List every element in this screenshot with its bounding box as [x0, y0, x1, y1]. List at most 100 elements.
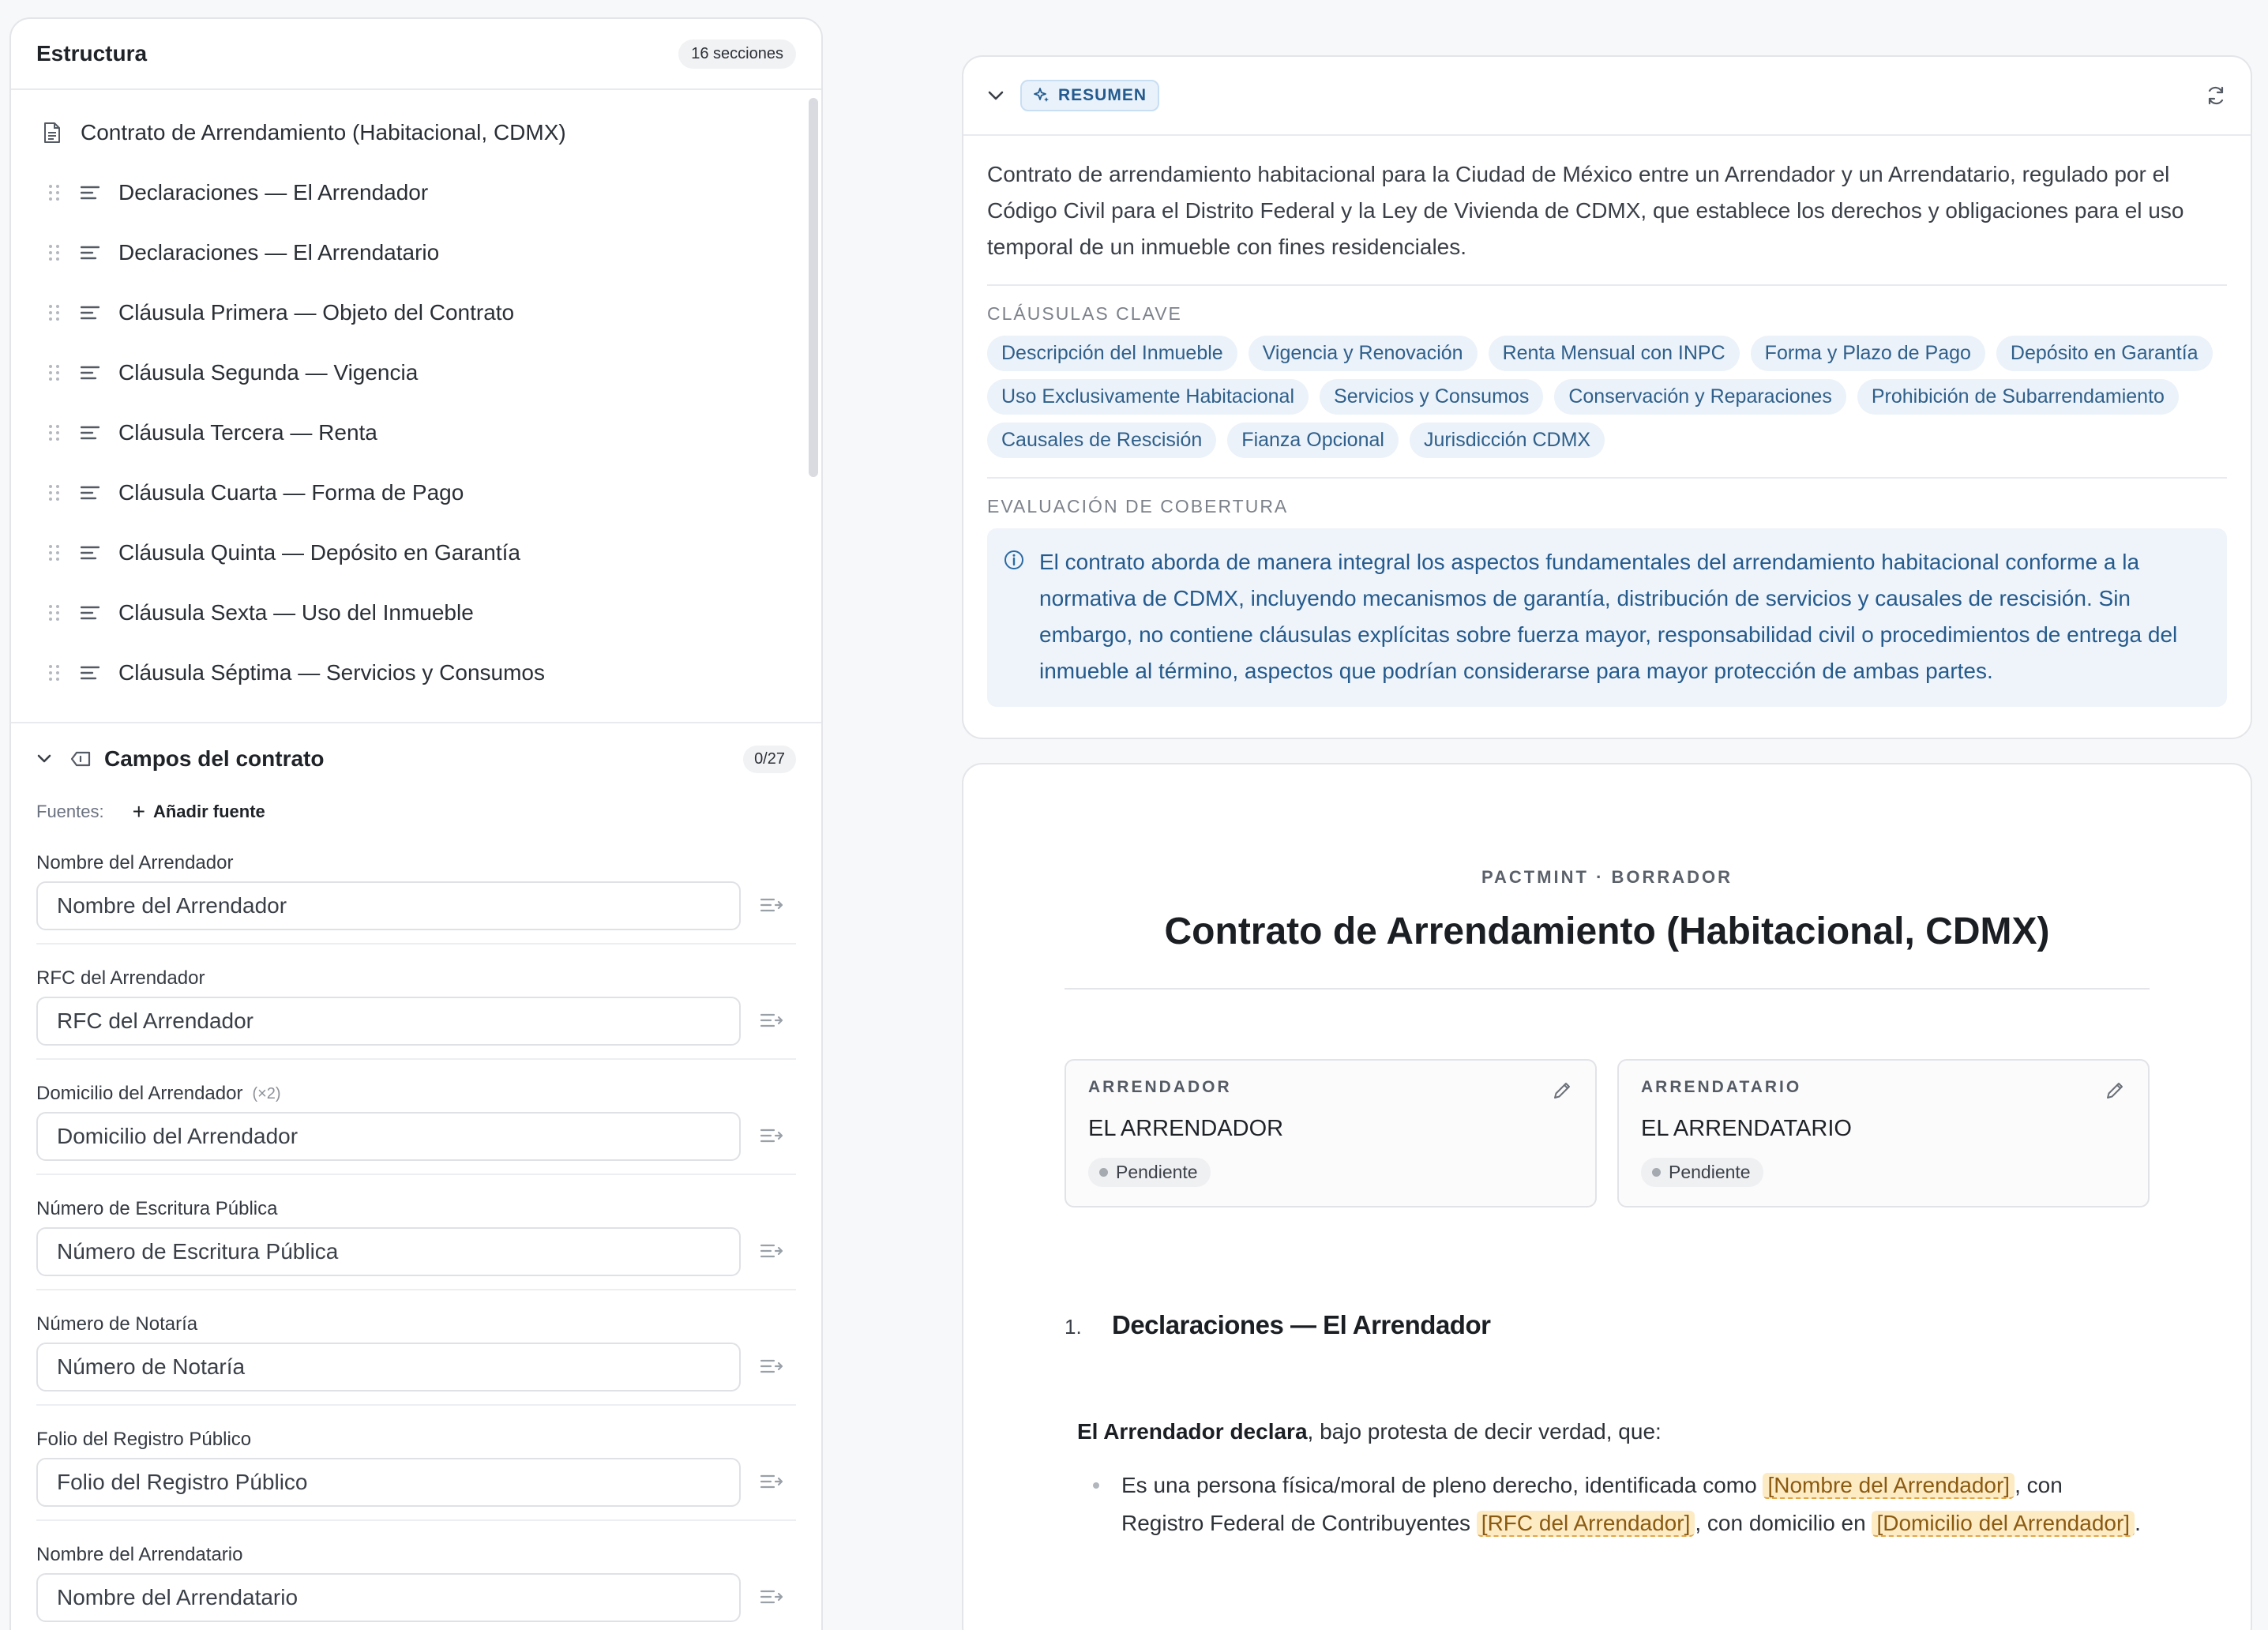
bullet-text: , con domicilio en [1695, 1511, 1872, 1535]
structure-item[interactable]: Declaraciones — El Arrendador [11, 163, 821, 223]
drag-handle-icon[interactable] [49, 424, 62, 441]
key-clause-chip: Descripción del Inmueble [987, 336, 1237, 371]
key-clause-chip: Conservación y Reparaciones [1554, 379, 1846, 415]
section-title: Declaraciones — El Arrendador [1112, 1310, 1491, 1339]
party-role: ARRENDADOR [1088, 1078, 1232, 1096]
drag-handle-icon[interactable] [49, 184, 62, 201]
document-kicker: PACTMINT · BORRADOR [1481, 867, 1733, 887]
field-input-nombre-arrendatario[interactable] [36, 1573, 741, 1622]
field-input-rfc-arrendador[interactable] [36, 997, 741, 1046]
field-input-numero-notaria[interactable] [36, 1343, 741, 1392]
section-lines-icon [81, 486, 100, 500]
structure-root-label: Contrato de Arrendamiento (Habitacional,… [81, 120, 566, 145]
document-icon [44, 122, 60, 143]
chevron-down-icon[interactable] [36, 753, 52, 764]
bullet-text: . [2135, 1511, 2141, 1535]
field-label: Folio del Registro Público [36, 1428, 796, 1452]
sources-label: Fuentes: [36, 802, 104, 821]
party-role: ARRENDATARIO [1641, 1078, 1802, 1096]
structure-scrollbar[interactable] [809, 98, 818, 477]
insert-field-icon[interactable] [760, 1357, 783, 1377]
placeholder-domicilio-arrendador[interactable]: [Domicilio del Arrendador] [1872, 1511, 2135, 1537]
party-name: EL ARRENDATARIO [1641, 1116, 1852, 1141]
drag-handle-icon[interactable] [49, 664, 62, 682]
drag-handle-icon[interactable] [49, 604, 62, 622]
field-label: Nombre del Arrendador [36, 851, 796, 875]
party-card-arrendador: ARRENDADOR EL ARRENDADOR Pendiente [1065, 1059, 1597, 1207]
insert-field-icon[interactable] [760, 1126, 783, 1147]
status-dot-icon [1652, 1168, 1661, 1177]
field-label: Número de Escritura Pública [36, 1197, 796, 1221]
placeholder-nombre-arrendador[interactable]: [Nombre del Arrendador] [1763, 1473, 2015, 1499]
field-label-text: Folio del Registro Público [36, 1429, 252, 1450]
key-clause-chip: Servicios y Consumos [1320, 379, 1544, 415]
drag-handle-icon[interactable] [49, 484, 62, 501]
refresh-icon[interactable] [2205, 85, 2227, 107]
structure-list: Contrato de Arrendamiento (Habitacional,… [11, 90, 821, 723]
pencil-icon[interactable] [2104, 1080, 2126, 1102]
contract-fields-header[interactable]: Campos del contrato 0/27 [11, 723, 821, 794]
drag-handle-icon[interactable] [49, 544, 62, 561]
declaration-list: Es una persona física/moral de pleno der… [1065, 1467, 2150, 1542]
structure-item[interactable]: Cláusula Cuarta — Forma de Pago [11, 463, 821, 523]
structure-item-label: Cláusula Sexta — Uso del Inmueble [118, 600, 474, 625]
insert-field-icon[interactable] [760, 1011, 783, 1031]
structure-item[interactable]: Declaraciones — El Arrendatario [11, 223, 821, 283]
plus-icon: + [132, 799, 145, 824]
bullet-text: Es una persona física/moral de pleno der… [1121, 1473, 1763, 1497]
structure-root-item[interactable]: Contrato de Arrendamiento (Habitacional,… [11, 103, 821, 163]
field-input-numero-escritura[interactable] [36, 1227, 741, 1276]
add-source-button[interactable]: + Añadir fuente [133, 801, 265, 823]
section-lines-icon [81, 546, 100, 560]
placeholder-rfc-arrendador[interactable]: [RFC del Arrendador] [1476, 1511, 1695, 1537]
field-input-nombre-arrendador[interactable] [36, 881, 741, 930]
structure-item[interactable]: Cláusula Séptima — Servicios y Consumos [11, 643, 821, 703]
structure-item-label: Declaraciones — El Arrendatario [118, 240, 440, 265]
structure-item[interactable]: Cláusula Quinta — Depósito en Garantía [11, 523, 821, 583]
summary-body: Contrato de arrendamiento habitacional p… [963, 136, 2251, 707]
summary-card: RESUMEN Contrato de arrendamiento habita… [962, 55, 2252, 739]
structure-header: Estructura 16 secciones [11, 19, 821, 90]
field-row [36, 1343, 796, 1392]
insert-field-icon[interactable] [760, 1587, 783, 1608]
field-row [36, 1458, 796, 1507]
field-input-domicilio-arrendador[interactable] [36, 1112, 741, 1161]
structure-item[interactable]: Cláusula Segunda — Vigencia [11, 343, 821, 403]
field-block: Folio del Registro Público [36, 1406, 796, 1521]
parties-row: ARRENDADOR EL ARRENDADOR Pendiente ARREN… [1065, 1059, 2150, 1207]
drag-handle-icon[interactable] [49, 244, 62, 261]
summary-text: Contrato de arrendamiento habitacional p… [987, 162, 2184, 259]
field-label-text: Número de Notaría [36, 1313, 198, 1335]
field-block: RFC del Arrendador [36, 945, 796, 1060]
key-clauses-title: CLÁUSULAS CLAVE [987, 303, 1182, 324]
structure-item-label: Cláusula Segunda — Vigencia [118, 360, 419, 385]
document-title: Contrato de Arrendamiento (Habitacional,… [1164, 911, 2050, 952]
structure-item[interactable]: Cláusula Tercera — Renta [11, 403, 821, 463]
pencil-icon[interactable] [1551, 1080, 1573, 1102]
chevron-down-icon[interactable] [987, 90, 1004, 101]
insert-field-icon[interactable] [760, 1472, 783, 1493]
key-clause-chip: Renta Mensual con INPC [1488, 336, 1740, 371]
field-label-text: Nombre del Arrendatario [36, 1544, 243, 1565]
section-lines-icon [81, 246, 100, 260]
section-number: 1. [1065, 1315, 1082, 1339]
contract-fields-title: Campos del contrato [104, 746, 325, 771]
field-row [36, 881, 796, 930]
status-label: Pendiente [1669, 1162, 1751, 1182]
status-badge: Pendiente [1088, 1158, 1211, 1187]
insert-field-icon[interactable] [760, 896, 783, 916]
drag-handle-icon[interactable] [49, 304, 62, 321]
divider [987, 284, 2227, 286]
structure-item[interactable]: Cláusula Primera — Objeto del Contrato [11, 283, 821, 343]
insert-field-icon[interactable] [760, 1241, 783, 1262]
drag-handle-icon[interactable] [49, 364, 62, 381]
intro-rest: , bajo protesta de decir verdad, que: [1307, 1419, 1662, 1444]
field-block: Nombre del Arrendador [36, 829, 796, 945]
field-label-text: Nombre del Arrendador [36, 852, 234, 873]
party-name: EL ARRENDADOR [1088, 1116, 1284, 1141]
field-block: Número de Escritura Pública [36, 1175, 796, 1290]
field-input-folio-registro[interactable] [36, 1458, 741, 1507]
structure-item[interactable]: Cláusula Sexta — Uso del Inmueble [11, 583, 821, 643]
info-icon [1004, 550, 1023, 569]
field-label: Domicilio del Arrendador (×2) [36, 1082, 796, 1106]
